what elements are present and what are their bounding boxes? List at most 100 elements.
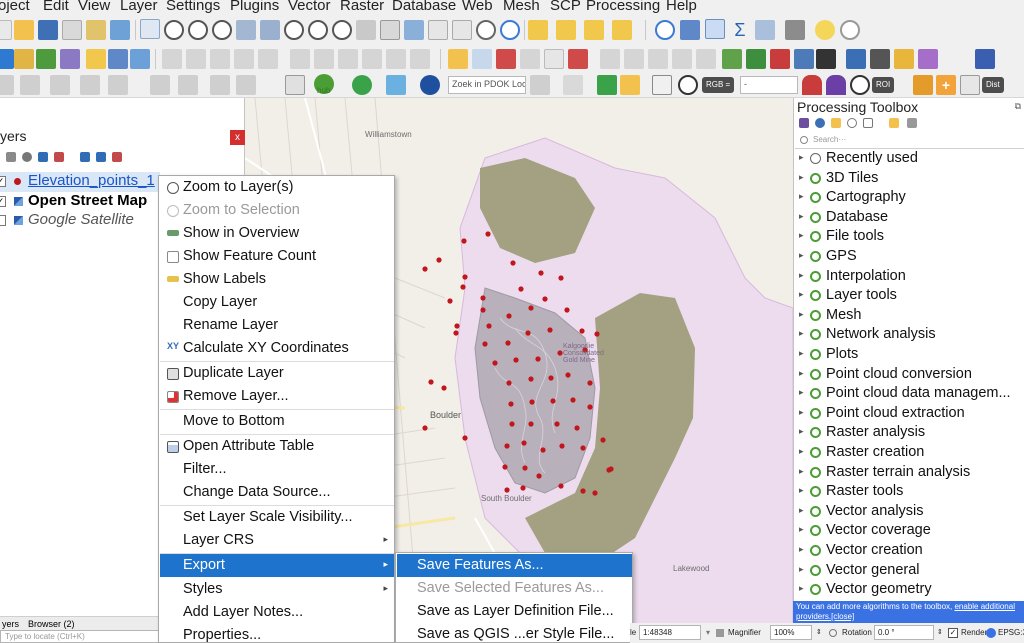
map-tips-icon[interactable]: [815, 20, 835, 40]
python-console-icon[interactable]: [846, 49, 866, 69]
measure-icon[interactable]: [785, 20, 805, 40]
expand-all-icon[interactable]: [80, 152, 90, 162]
layout-icon[interactable]: [285, 75, 305, 95]
zoom-layer-tb-icon[interactable]: [284, 20, 304, 40]
select-features-icon[interactable]: [528, 20, 548, 40]
processing-group-item[interactable]: ▸ Point cloud conversion: [794, 365, 1024, 385]
processing-group-item[interactable]: ▸ Cartography: [794, 188, 1024, 208]
zoom-native-icon[interactable]: [308, 20, 328, 40]
offset-icon[interactable]: [20, 75, 40, 95]
history-icon[interactable]: [847, 118, 857, 128]
processing-group-item[interactable]: ▸ Point cloud extraction: [794, 404, 1024, 424]
menu-styles[interactable]: Styles ▸: [160, 578, 394, 601]
new-project-icon[interactable]: [0, 20, 12, 40]
layer-checkbox[interactable]: ✓: [0, 196, 6, 207]
pin-labels-icon[interactable]: [472, 49, 492, 69]
redo-icon[interactable]: [410, 49, 430, 69]
advanced-digitize-icon[interactable]: [600, 49, 620, 69]
zoom-out-icon[interactable]: [212, 20, 232, 40]
menu-processing[interactable]: Processing: [586, 0, 660, 14]
expand-arrow-icon[interactable]: ▸: [799, 466, 804, 477]
expand-arrow-icon[interactable]: ▸: [799, 387, 804, 398]
layer-checkbox[interactable]: [0, 215, 6, 226]
quickmapservices-icon[interactable]: [386, 75, 406, 95]
menu-edit[interactable]: Edit: [43, 0, 69, 14]
python-icon[interactable]: [831, 118, 841, 128]
expand-arrow-icon[interactable]: ▸: [799, 250, 804, 261]
processing-group-item[interactable]: ▸ Vector general: [794, 561, 1024, 581]
add-layer-icon[interactable]: [0, 49, 14, 69]
processing-group-item[interactable]: ▸ GPS: [794, 247, 1024, 267]
select-location-icon[interactable]: [612, 20, 632, 40]
render-checkbox[interactable]: ✓: [948, 628, 958, 638]
processing-group-item[interactable]: ▸ Vector creation: [794, 541, 1024, 561]
expand-arrow-icon[interactable]: ▸: [799, 172, 804, 183]
identify-icon[interactable]: [655, 20, 675, 40]
vertex-tool-icon[interactable]: [258, 49, 278, 69]
add-spatialite-icon[interactable]: [108, 49, 128, 69]
processing-group-item[interactable]: ▸ Vector coverage: [794, 521, 1024, 541]
reshape-icon[interactable]: [50, 75, 70, 95]
add-postgis-icon[interactable]: [130, 49, 150, 69]
remove-layer-tb-icon[interactable]: [112, 152, 122, 162]
move-label-icon[interactable]: [520, 49, 540, 69]
split-icon[interactable]: [770, 49, 790, 69]
expand-arrow-icon[interactable]: ▸: [799, 230, 804, 241]
menu-show-in-overview[interactable]: Show in Overview: [160, 222, 394, 245]
scp-zoom-icon[interactable]: [620, 75, 640, 95]
refresh-icon[interactable]: [500, 20, 520, 40]
menu-layer-crs[interactable]: Layer CRS ▸: [160, 529, 394, 552]
processing-group-item[interactable]: ▸ Vector analysis: [794, 502, 1024, 522]
processing-group-item[interactable]: ▸ Interpolation: [794, 267, 1024, 287]
menu-view[interactable]: View: [78, 0, 110, 14]
scp-zoom3-icon[interactable]: [850, 75, 870, 95]
expand-arrow-icon[interactable]: ▸: [799, 368, 804, 379]
attribute-table-tb-icon[interactable]: [680, 20, 700, 40]
scp-icon[interactable]: [870, 49, 890, 69]
expand-arrow-icon[interactable]: ▸: [799, 191, 804, 202]
scp-zoom2-icon[interactable]: [678, 75, 698, 95]
menu-zoom-to-layer[interactable]: Zoom to Layer(s): [160, 176, 394, 199]
bookmarks-icon[interactable]: [428, 20, 448, 40]
expand-arrow-icon[interactable]: ▸: [799, 426, 804, 437]
filter-legend-icon[interactable]: [38, 152, 48, 162]
undo-icon[interactable]: [386, 49, 406, 69]
new-3d-view-icon[interactable]: [404, 20, 424, 40]
digitize-icon[interactable]: [210, 49, 230, 69]
processing-group-item[interactable]: ▸ Raster analysis: [794, 423, 1024, 443]
processing-group-item[interactable]: ▸ Database: [794, 208, 1024, 228]
processing-toolbox-icon[interactable]: [705, 19, 725, 39]
collapse-all-icon[interactable]: [96, 152, 106, 162]
db-manager-icon[interactable]: [794, 49, 814, 69]
band-set-icon[interactable]: [894, 49, 914, 69]
scp-save-icon[interactable]: [960, 75, 980, 95]
menu-move-to-bottom[interactable]: Move to Bottom: [160, 410, 394, 433]
processing-group-item[interactable]: ▸ 3D Tiles: [794, 169, 1024, 189]
edit-features-icon[interactable]: [889, 118, 899, 128]
expand-arrow-icon[interactable]: ▸: [799, 152, 804, 163]
add-vector-icon[interactable]: [14, 49, 34, 69]
menu-settings[interactable]: Settings: [166, 0, 220, 14]
lock-scale-icon[interactable]: ▾: [706, 628, 710, 637]
tab-browser[interactable]: Browser (2): [28, 619, 75, 629]
menu-layer[interactable]: Layer: [120, 0, 158, 14]
save-edits-icon[interactable]: [186, 49, 206, 69]
layer-checkbox[interactable]: ✓: [0, 176, 6, 187]
statistics-icon[interactable]: Σ: [730, 20, 750, 40]
menu-calculate-xy[interactable]: XY Calculate XY Coordinates: [160, 337, 394, 360]
label-tool-icon[interactable]: [448, 49, 468, 69]
menu-zoom-to-selection[interactable]: Zoom to Selection: [160, 199, 394, 222]
menu-web[interactable]: Web: [462, 0, 493, 14]
help-tb-icon[interactable]: [975, 49, 995, 69]
menu-export[interactable]: Export ▸: [160, 554, 394, 577]
processing-group-item[interactable]: ▸ Vector geometry: [794, 580, 1024, 600]
clear-search-icon[interactable]: [530, 75, 550, 95]
scp-classify-icon[interactable]: [913, 75, 933, 95]
zoom-last-icon[interactable]: [332, 20, 352, 40]
processing-group-item[interactable]: ▸ Plots: [794, 345, 1024, 365]
show-bookmarks-icon[interactable]: [452, 20, 472, 40]
processing-group-item[interactable]: ▸ File tools: [794, 227, 1024, 247]
menu-mesh[interactable]: Mesh: [503, 0, 540, 14]
menu-database[interactable]: Database: [392, 0, 456, 14]
float-panel-icon[interactable]: ⧉: [1015, 101, 1021, 112]
